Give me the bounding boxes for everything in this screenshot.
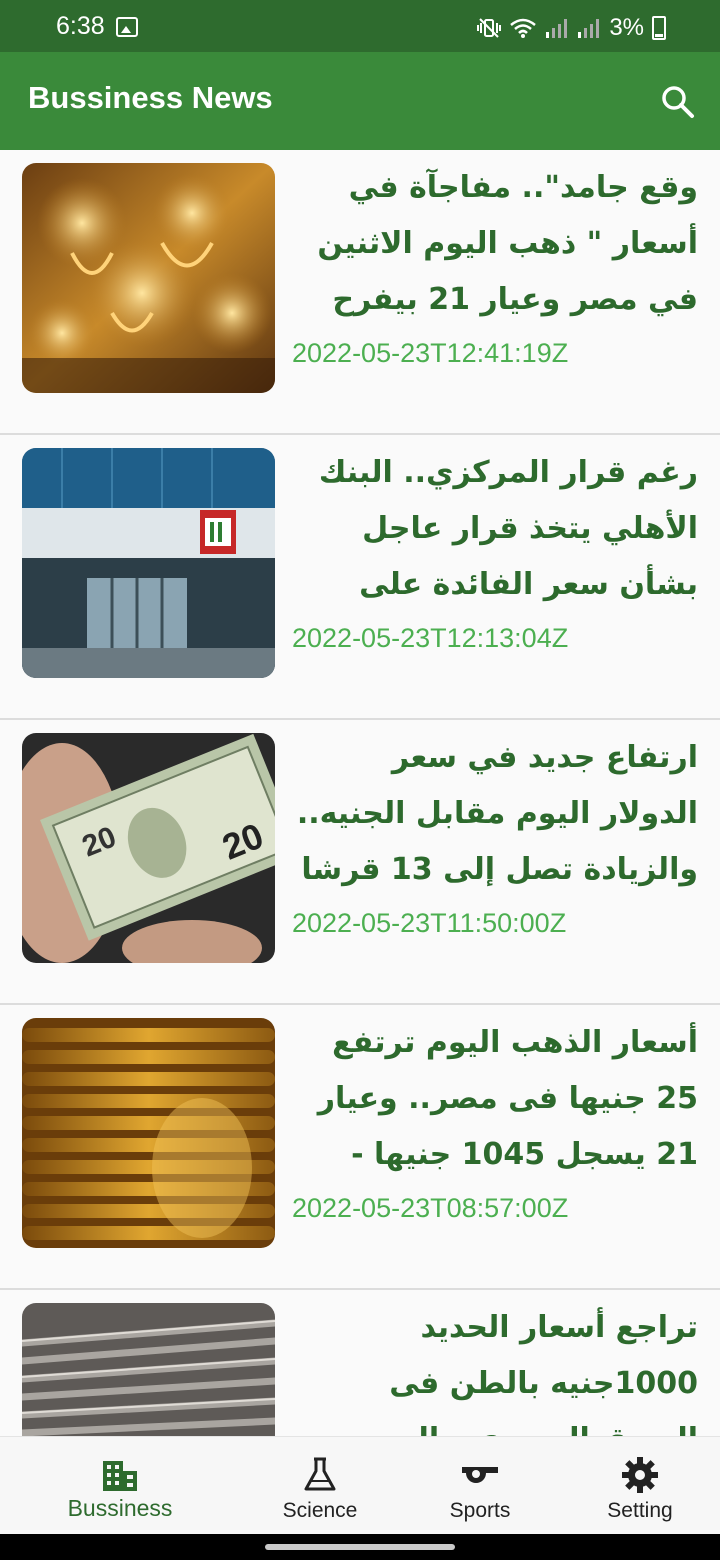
status-time: 6:38 xyxy=(56,12,105,40)
article-title[interactable]: وقع جامد".. مفاجآة في أسعار " ذهب اليوم … xyxy=(292,160,698,328)
article-image-steel xyxy=(22,1303,275,1436)
article-title[interactable]: تراجع أسعار الحديد 1000جنيه بالطن فى الس… xyxy=(292,1300,698,1436)
nav-label: Science xyxy=(282,1499,358,1522)
nav-item-business[interactable]: Bussiness xyxy=(40,1437,200,1535)
bottom-navigation: Bussiness Science Sports Setting xyxy=(0,1436,720,1534)
wifi-icon xyxy=(510,18,537,38)
article-title[interactable]: أسعار الذهب اليوم ترتفع 25 جنيها فى مصر.… xyxy=(292,1015,698,1183)
article-image-gold-jewelry xyxy=(22,163,275,393)
article-title[interactable]: رغم قرار المركزي.. البنك الأهلي يتخذ قرا… xyxy=(292,445,698,613)
news-card[interactable]: تراجع أسعار الحديد 1000جنيه بالطن فى الس… xyxy=(0,1290,720,1436)
battery-icon xyxy=(652,16,666,40)
gear-icon xyxy=(622,1457,658,1493)
signal-icon-2 xyxy=(578,19,600,38)
nav-item-setting[interactable]: Setting xyxy=(560,1437,720,1535)
article-title[interactable]: ارتفاع جديد في سعر الدولار اليوم مقابل ا… xyxy=(292,730,698,898)
building-icon xyxy=(103,1461,137,1491)
article-image-gold-bracelets xyxy=(22,1018,275,1248)
signal-icon xyxy=(546,19,568,38)
nav-label: Bussiness xyxy=(67,1495,173,1521)
nav-label: Setting xyxy=(607,1499,673,1522)
nav-label: Sports xyxy=(449,1499,511,1522)
nav-item-sports[interactable]: Sports xyxy=(400,1437,560,1535)
article-date: 2022-05-23T12:41:19Z xyxy=(292,338,569,368)
news-card[interactable]: رغم قرار المركزي.. البنك الأهلي يتخذ قرا… xyxy=(0,435,720,720)
flask-icon xyxy=(304,1457,336,1491)
news-list[interactable]: وقع جامد".. مفاجآة في أسعار " ذهب اليوم … xyxy=(0,150,720,1436)
status-indicators: 3% xyxy=(477,14,666,42)
news-card[interactable]: أسعار الذهب اليوم ترتفع 25 جنيها فى مصر.… xyxy=(0,1005,720,1290)
nav-item-science[interactable]: Science xyxy=(240,1437,400,1535)
article-date: 2022-05-23T11:50:00Z xyxy=(292,908,567,938)
news-card[interactable]: وقع جامد".. مفاجآة في أسعار " ذهب اليوم … xyxy=(0,150,720,435)
app-title: Bussiness News xyxy=(28,80,273,115)
image-notification-icon xyxy=(116,17,138,37)
search-icon[interactable] xyxy=(658,82,698,122)
news-card[interactable]: 20 20 ارتفاع جديد في سعر الدولار اليوم م… xyxy=(0,720,720,1005)
article-image-dollars: 20 20 xyxy=(22,733,275,963)
status-bar: 6:38 3% xyxy=(0,0,720,52)
battery-percent: 3% xyxy=(609,14,644,41)
app-bar: Bussiness News xyxy=(0,52,720,150)
vibrate-icon xyxy=(477,18,502,38)
article-image-bank xyxy=(22,448,275,678)
gesture-handle[interactable] xyxy=(265,1544,455,1550)
gesture-bar xyxy=(0,1534,720,1560)
whistle-icon xyxy=(462,1467,498,1483)
article-date: 2022-05-23T12:13:04Z xyxy=(292,623,569,653)
article-date: 2022-05-23T08:57:00Z xyxy=(292,1193,569,1223)
